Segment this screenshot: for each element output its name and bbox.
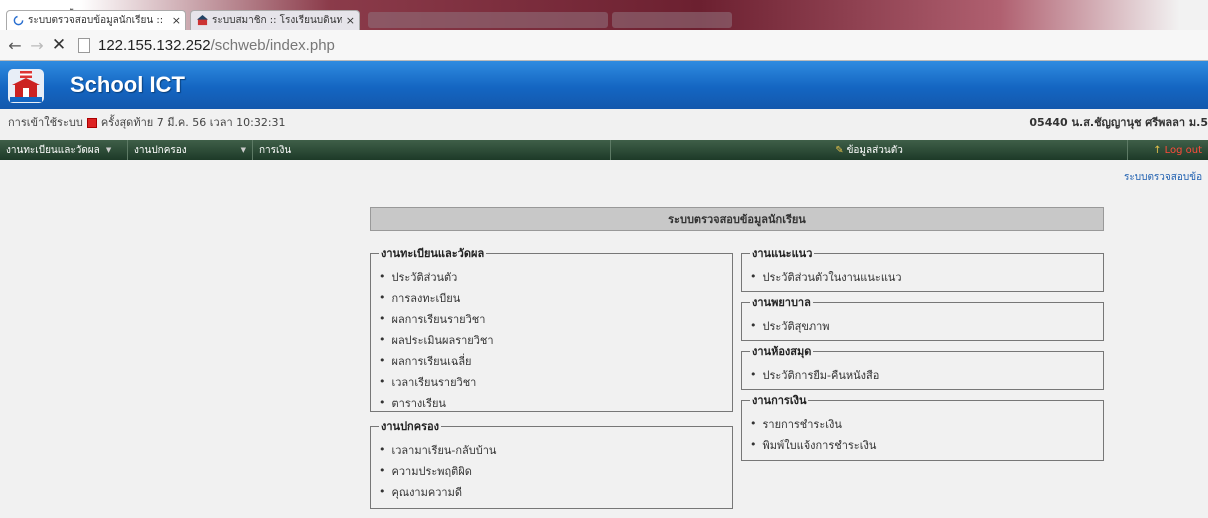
menu-registration[interactable]: งานทะเบียนและวัดผล ▼ [0,140,128,160]
group-title: งานพยาบาล [752,296,811,309]
login-info-bar: การเข้าใช้ระบบ ครั้งสุดท้าย 7 มี.ค. 56 เว… [0,112,1208,132]
url-field[interactable]: 122.155.132.252/schweb/index.php [78,34,1178,56]
group-registration: งานทะเบียนและวัดผล ประวัติส่วนตัว การลงท… [370,244,733,412]
url-path: /schweb/index.php [210,36,335,54]
tab-close-icon[interactable]: × [172,14,181,27]
group-guidance: งานแนะแนว ประวัติส่วนตัวในงานแนะแนว [741,244,1104,292]
link-course-attendance[interactable]: เวลาเรียนรายวิชา [379,371,724,392]
chevron-down-icon: ▼ [105,146,112,154]
group-nursing: งานพยาบาล ประวัติสุขภาพ [741,293,1104,341]
menu-registration-label: งานทะเบียนและวัดผล [6,144,100,156]
menu-governance[interactable]: งานปกครอง ▼ [128,140,253,160]
alert-icon [86,118,97,128]
menu-finance[interactable]: การเงิน [253,140,611,160]
link-guidance-history[interactable]: ประวัติส่วนตัวในงานแนะแนว [750,266,1095,287]
logout-button[interactable]: ↑ Log out [1128,140,1208,160]
user-info: 05440 น.ส.ชัญญานุช ศรีพลลา ม.5 [1029,116,1208,129]
main-menu: งานทะเบียนและวัดผล ▼ งานปกครอง ▼ การเงิน ✎… [0,140,1208,160]
group-title: งานการเงิน [752,394,807,407]
menu-personal[interactable]: ✎ ข้อมูลส่วนตัว [611,140,1128,160]
stop-button[interactable]: ✕ [48,35,70,55]
logout-icon: ↑ [1153,144,1162,156]
link-book-loans[interactable]: ประวัติการยืม-คืนหนังสือ [750,364,1095,385]
link-gpa[interactable]: ผลการเรียนเฉลี่ย [379,350,724,371]
school-favicon-icon [197,15,208,26]
group-title: งานแนะแนว [752,247,813,260]
link-course-evaluation[interactable]: ผลประเมินผลรายวิชา [379,329,724,350]
blurred-tab[interactable] [612,12,732,28]
group-title: งานห้องสมุด [752,345,812,358]
link-registration[interactable]: การลงทะเบียน [379,287,724,308]
tab-close-icon[interactable]: × [346,14,355,27]
link-health-history[interactable]: ประวัติสุขภาพ [750,315,1095,336]
url-host: 122.155.132.252 [98,36,211,54]
browser-tab[interactable]: ระบบสมาชิก :: โรงเรียนบดินทร × [190,10,360,30]
link-good-deeds[interactable]: คุณงามความดี [379,481,724,502]
school-logo-icon[interactable] [8,69,44,103]
tab-label: ระบบตรวจสอบข้อมูลนักเรียน :: [28,15,164,26]
menu-finance-label: การเงิน [259,144,292,156]
site-banner: School ICT [0,61,1208,109]
link-course-grades[interactable]: ผลการเรียนรายวิชา [379,308,724,329]
group-finance: งานการเงิน รายการชำระเงิน พิมพ์ใบแจ้งการ… [741,391,1104,461]
link-timetable[interactable]: ตารางเรียน [379,392,724,413]
site-brand: School ICT [70,72,185,97]
browser-tab-strip: ู ระบบตรวจสอบข้อมูลนักเรียน :: × ระบบสมา… [0,0,1208,30]
group-library: งานห้องสมุด ประวัติการยืม-คืนหนังสือ [741,342,1104,390]
menu-personal-label: ข้อมูลส่วนตัว [846,144,903,156]
menu-governance-label: งานปกครอง [134,144,187,156]
group-title: งานปกครอง [381,420,439,433]
group-title: งานทะเบียนและวัดผล [381,247,485,260]
login-info-time: ครั้งสุดท้าย 7 มี.ค. 56 เวลา 10:32:31 [100,116,286,129]
browser-tab-active[interactable]: ระบบตรวจสอบข้อมูลนักเรียน :: × [6,10,186,30]
link-misconduct[interactable]: ความประพฤติผิด [379,460,724,481]
link-payments[interactable]: รายการชำระเงิน [750,413,1095,434]
page-icon [78,37,90,53]
key-icon: ✎ [835,144,844,156]
back-button[interactable]: ← [4,36,26,55]
breadcrumb-link[interactable]: ระบบตรวจสอบข้อ [1124,170,1202,185]
logout-label: Log out [1164,144,1202,156]
blurred-tab[interactable] [368,12,608,28]
link-arrival-departure[interactable]: เวลามาเรียน-กลับบ้าน [379,439,724,460]
address-bar-row: ← → ✕ 122.155.132.252/schweb/index.php [0,30,1208,61]
forward-button[interactable]: → [26,36,48,55]
chevron-down-icon: ▼ [240,146,246,154]
link-personal-history[interactable]: ประวัติส่วนตัว [379,266,724,287]
loading-icon [13,15,24,26]
link-print-payment-slip[interactable]: พิมพ์ใบแจ้งการชำระเงิน [750,434,1095,455]
page-title: ระบบตรวจสอบข้อมูลนักเรียน [370,207,1104,231]
os-title-fragment: ู [74,0,92,10]
login-info-prefix: การเข้าใช้ระบบ [8,116,83,129]
tab-label: ระบบสมาชิก :: โรงเรียนบดินทร [212,15,342,26]
group-governance: งานปกครอง เวลามาเรียน-กลับบ้าน ความประพฤ… [370,417,733,509]
